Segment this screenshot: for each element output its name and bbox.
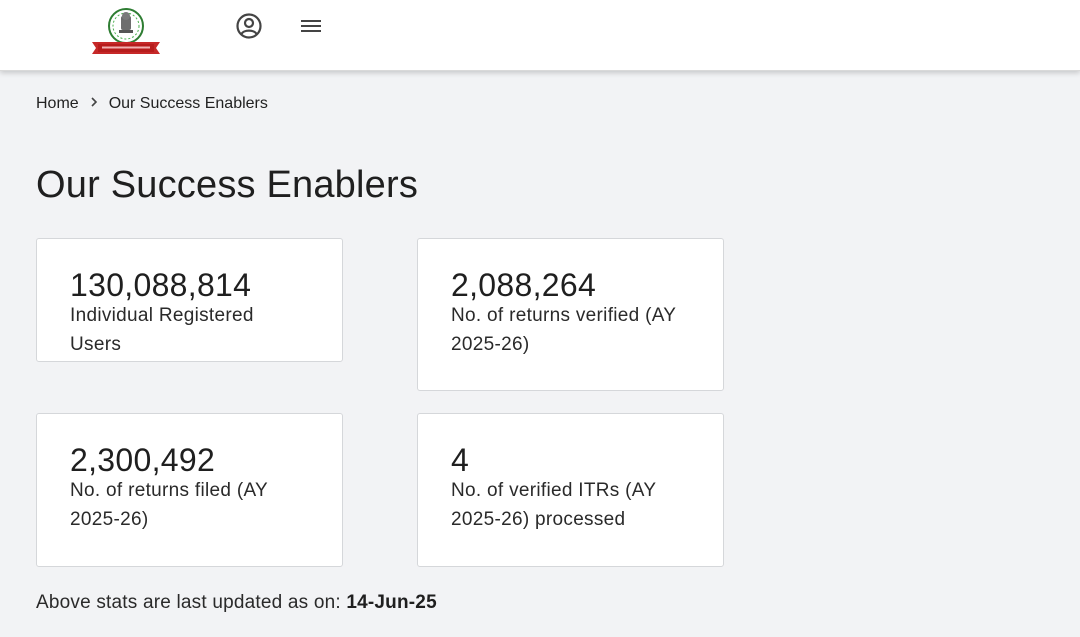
income-tax-logo[interactable]: [88, 4, 164, 60]
stat-value: 4: [451, 442, 470, 478]
last-updated-date: 14-Jun-25: [346, 592, 437, 613]
breadcrumb: Home Our Success Enablers: [36, 95, 268, 113]
stat-label: No. of returns filed (AY 2025-26): [70, 480, 268, 530]
last-updated-note: Above stats are last updated as on: 14-J…: [36, 592, 437, 614]
breadcrumb-current: Our Success Enablers: [108, 95, 268, 112]
top-header: [0, 0, 1080, 71]
last-updated-text: Above stats are last updated as on:: [36, 592, 347, 613]
menu-icon[interactable]: [295, 10, 327, 42]
chevron-right-icon: [79, 95, 109, 113]
stat-label: Individual Registered Users: [70, 305, 254, 355]
stat-label: No. of returns verified (AY 2025-26): [451, 305, 676, 355]
stat-card-itrs-processed: 4 No. of verified ITRs (AY 2025-26) proc…: [417, 413, 724, 567]
stat-value: 2,088,264: [451, 267, 597, 303]
stat-card-registered-users: 130,088,814 Individual Registered Users: [36, 238, 343, 362]
stat-card-returns-verified: 2,088,264 No. of returns verified (AY 20…: [417, 238, 724, 391]
stat-label: No. of verified ITRs (AY 2025-26) proces…: [451, 480, 657, 530]
page-title: Our Success Enablers: [36, 164, 419, 206]
stat-value: 130,088,814: [70, 267, 252, 303]
account-icon[interactable]: [233, 10, 265, 42]
stat-card-returns-filed: 2,300,492 No. of returns filed (AY 2025-…: [36, 413, 343, 567]
breadcrumb-home-link[interactable]: Home: [36, 95, 79, 113]
stat-value: 2,300,492: [70, 442, 216, 478]
